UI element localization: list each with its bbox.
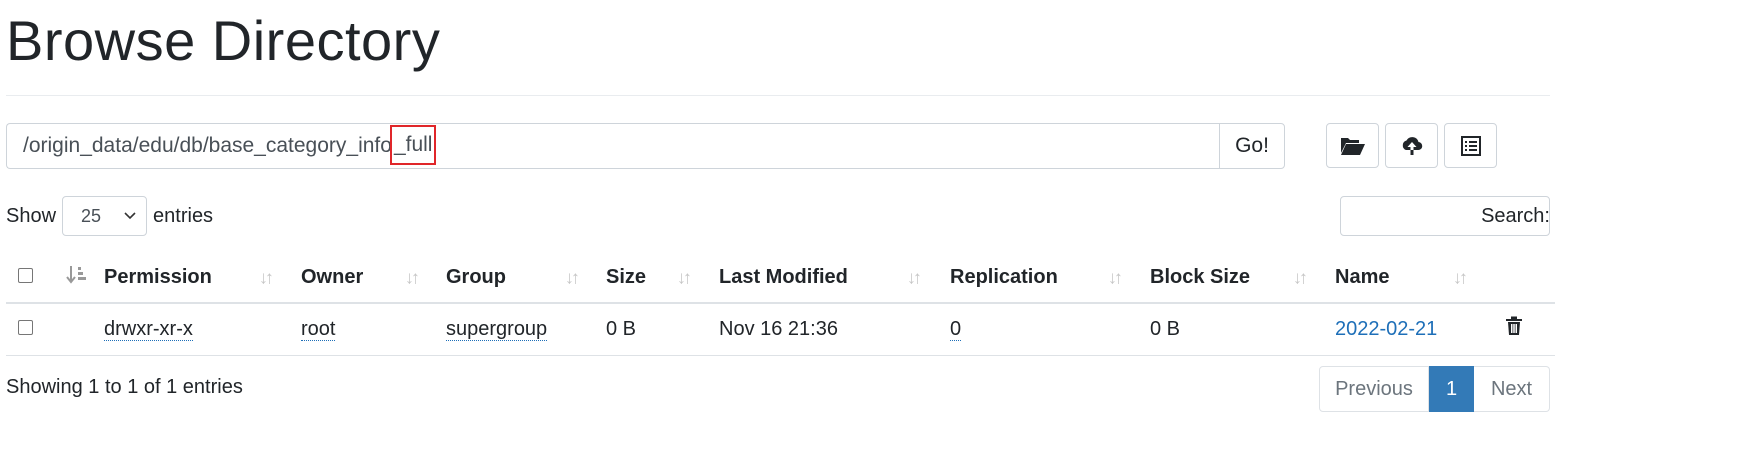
col-label-size: Size (606, 266, 647, 288)
entries-length-control: Show 25 entries (6, 196, 213, 236)
sort-icon: ↓↑ (677, 267, 692, 287)
page-title: Browse Directory (6, 9, 441, 72)
permission-value[interactable]: drwxr-xr-x (104, 317, 193, 341)
create-directory-button[interactable] (1326, 123, 1379, 168)
sort-descending-icon (66, 265, 86, 284)
row-spacer-cell (56, 303, 104, 355)
select-all-cell (6, 253, 56, 303)
table-header-row: Permission ↓↑ Owner ↓↑ Group ↓↑ Size ↓↑ Last… (6, 253, 1555, 303)
page-1-button[interactable]: 1 (1429, 366, 1474, 412)
col-label-last-modified: Last Modified (719, 266, 848, 288)
file-table: Permission ↓↑ Owner ↓↑ Group ↓↑ Size ↓↑ Last… (6, 253, 1555, 356)
cell-replication: 0 (950, 303, 1150, 355)
col-header-owner[interactable]: Owner ↓↑ (301, 253, 446, 303)
list-view-button[interactable] (1444, 123, 1497, 168)
row-select-cell (6, 303, 56, 355)
group-value[interactable]: supergroup (446, 317, 548, 341)
path-highlight: _full (389, 125, 437, 165)
previous-button[interactable]: Previous (1319, 366, 1429, 412)
go-button[interactable]: Go! (1219, 123, 1285, 169)
name-link[interactable]: 2022-02-21 (1335, 318, 1437, 340)
cell-permission: drwxr-xr-x (104, 303, 301, 355)
folder-open-icon (1340, 137, 1365, 155)
browse-directory-page: Browse Directory /origin_data/edu/db/bas… (0, 0, 1737, 459)
owner-value[interactable]: root (301, 317, 336, 341)
col-header-replication[interactable]: Replication ↓↑ (950, 253, 1150, 303)
col-sort-toggle[interactable] (56, 253, 104, 303)
col-label-permission: Permission (104, 266, 212, 288)
col-label-owner: Owner (301, 266, 364, 288)
sort-icon: ↓↑ (1453, 267, 1468, 287)
replication-value[interactable]: 0 (950, 317, 962, 341)
cell-last-modified: Nov 16 21:36 (719, 317, 838, 340)
col-label-group: Group (446, 266, 506, 288)
path-input[interactable]: /origin_data/edu/db/base_category_info_f… (6, 123, 1219, 169)
col-header-block-size[interactable]: Block Size ↓↑ (1150, 253, 1335, 303)
col-label-name: Name (1335, 266, 1390, 288)
cloud-upload-icon (1402, 136, 1422, 155)
col-header-permission[interactable]: Permission ↓↑ (104, 253, 301, 303)
sort-icon: ↓↑ (1293, 267, 1308, 287)
pagination: Previous 1 Next (1319, 366, 1550, 412)
path-text: /origin_data/edu/db/base_category_info (23, 134, 392, 157)
path-bar: /origin_data/edu/db/base_category_info_f… (6, 123, 1285, 169)
row-checkbox[interactable] (18, 319, 33, 335)
list-icon (1460, 135, 1481, 156)
col-header-last-modified[interactable]: Last Modified ↓↑ (719, 253, 950, 303)
col-header-name[interactable]: Name ↓↑ (1335, 253, 1495, 303)
col-label-block-size: Block Size (1150, 266, 1251, 288)
trash-icon[interactable] (1505, 316, 1523, 336)
col-header-size[interactable]: Size ↓↑ (606, 253, 719, 303)
search-input[interactable] (1340, 196, 1550, 236)
sort-icon: ↓↑ (565, 267, 580, 287)
cell-size: 0 B (606, 317, 637, 340)
select-all-checkbox[interactable] (18, 268, 33, 283)
sort-icon: ↓↑ (259, 267, 274, 287)
cell-owner: root (301, 303, 446, 355)
chevron-down-icon (124, 212, 136, 220)
col-header-actions (1495, 253, 1555, 303)
show-label: Show (6, 204, 57, 227)
sort-icon: ↓↑ (405, 267, 420, 287)
cell-actions (1495, 303, 1555, 355)
cell-block-size: 0 B (1150, 317, 1181, 340)
sort-icon: ↓↑ (907, 267, 922, 287)
entries-select[interactable]: 25 (62, 196, 148, 236)
upload-button[interactable] (1385, 123, 1438, 168)
divider (6, 95, 1550, 96)
col-label-replication: Replication (950, 266, 1058, 288)
cell-name: 2022-02-21 (1335, 303, 1495, 355)
col-header-group[interactable]: Group ↓↑ (446, 253, 606, 303)
sort-icon: ↓↑ (1108, 267, 1123, 287)
showing-info: Showing 1 to 1 of 1 entries (6, 376, 243, 398)
entries-label: entries (153, 204, 214, 227)
entries-value: 25 (81, 205, 102, 226)
next-button[interactable]: Next (1474, 366, 1550, 412)
table-row: drwxr-xr-x root supergroup 0 B Nov 16 21… (6, 303, 1555, 355)
cell-group: supergroup (446, 303, 606, 355)
